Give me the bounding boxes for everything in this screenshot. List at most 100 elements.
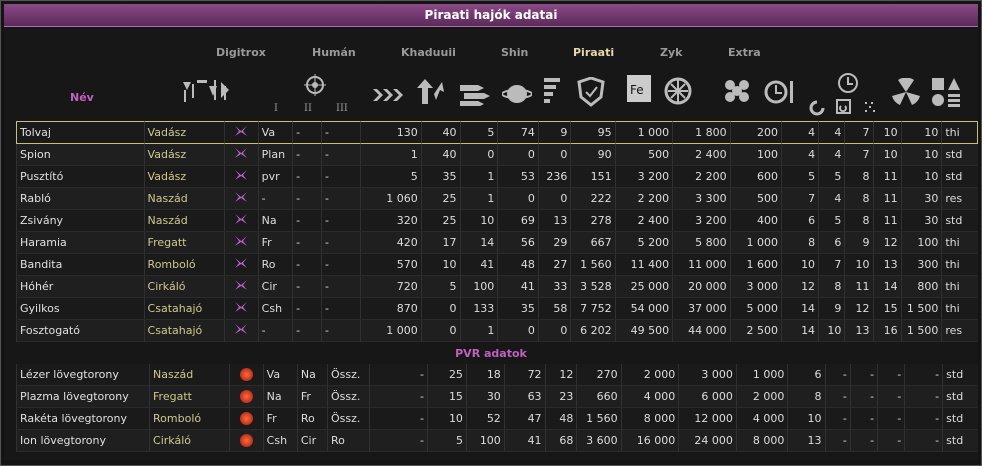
tab-khaduuii[interactable]: Khaduuii [401, 46, 456, 59]
ship-icon [235, 324, 248, 334]
tab-zyk[interactable]: Zyk [660, 46, 682, 59]
ship-stat-7: 2 400 [614, 210, 673, 232]
ship-stat-1: 1 000 [360, 320, 421, 342]
ship-stat-2: 40 [420, 121, 460, 144]
tower-icon [239, 368, 253, 382]
ship-stat-14: 800 [900, 276, 942, 298]
ship-stat-3: 100 [459, 276, 498, 298]
ship-stat-13: 13 [872, 254, 901, 276]
tower-row[interactable]: Plazma lövegtorony Fregatt Na Fr Össz. -15 30 6… [16, 386, 978, 408]
content: Digitrox Humán Khaduuii Shin Piraati Zyk… [4, 28, 978, 460]
ship-target-3: - [320, 166, 361, 188]
ship-target-1: Va [257, 121, 293, 144]
tab-human[interactable]: Humán [312, 46, 356, 59]
ship-stat-9: 3 000 [729, 276, 782, 298]
ship-stat-8: 37 000 [672, 298, 730, 320]
tower-stat-6: 270 [576, 364, 621, 386]
ship-stat-2: 25 [420, 188, 460, 210]
ship-row[interactable]: Haramia Fregatt Fr - -420 17 14 56 29 667 5 200 5 8… [16, 232, 978, 254]
ship-stat-6: 278 [570, 210, 615, 232]
ship-stat-9: 5 000 [729, 298, 782, 320]
tower-stat-15: std [942, 386, 978, 408]
ship-stat-14: 10 [900, 121, 942, 144]
ship-target-3: - [320, 298, 361, 320]
ship-stat-13: 11 [872, 210, 901, 232]
ship-name: Rabló [16, 188, 144, 210]
ship-stat-14: 100 [900, 232, 942, 254]
ship-stat-7: 54 000 [614, 298, 673, 320]
ship-row[interactable]: Bandita Romboló Ro - -570 10 41 48 27 1 560 11 400… [16, 254, 978, 276]
tower-stat-15: std [942, 408, 978, 430]
radiation-icon [892, 78, 920, 105]
agility-icon [417, 79, 444, 104]
ship-row[interactable]: Hóhér Cirkáló Cir - -720 5 100 41 33 3 528 25 000 2… [16, 276, 978, 298]
tower-stat-5: 23 [544, 386, 577, 408]
ship-name: Hóhér [16, 276, 144, 298]
ship-stat-9: 400 [729, 210, 782, 232]
ship-stat-6: 1 560 [570, 254, 615, 276]
window: Piraati hajók adatai Digitrox Humán Khad… [0, 0, 982, 466]
ship-class: Naszád [143, 188, 225, 210]
tower-stat-12: - [849, 386, 878, 408]
ship-stat-7: 25 000 [614, 276, 673, 298]
ship-stat-6: 151 [570, 166, 615, 188]
tower-target-2: Na [296, 364, 327, 386]
ship-stat-7: 500 [614, 144, 673, 166]
tab-shin[interactable]: Shin [501, 46, 528, 59]
ship-stat-12: 8 [844, 166, 873, 188]
ship-stat-10: 12 [781, 276, 819, 298]
crystal-icon [664, 77, 692, 105]
ship-name: Haramia [16, 232, 144, 254]
ship-row[interactable]: Fosztogató Csatahajó - - -1 000 0 1 0 0 6 202 49 5… [16, 320, 978, 342]
tower-row[interactable]: Ion lövegtorony Cirkáló Csh Cir Ro -5 100 41 68 3… [16, 430, 978, 452]
tower-stat-12: - [849, 430, 878, 452]
tower-target-1: Na [262, 386, 297, 408]
tower-class-icon [229, 430, 263, 452]
tower-class: Naszád [149, 364, 230, 386]
ship-icon [235, 192, 248, 202]
speed-levels-icon [809, 99, 875, 116]
ship-stat-12: 9 [844, 232, 873, 254]
ship-class-icon [224, 144, 258, 166]
ship-stat-15: thi [941, 276, 978, 298]
ship-row[interactable]: Spion Vadász Plan - -1 40 0 0 0 90 500 2 400 100 4 4 7 1… [16, 144, 978, 166]
ship-stat-2: 17 [420, 232, 460, 254]
ship-stat-14: 300 [900, 254, 942, 276]
ship-stat-15: thi [941, 121, 978, 144]
tower-stat-3: 30 [465, 386, 504, 408]
ship-target-2: - [292, 188, 321, 210]
tab-extra[interactable]: Extra [728, 46, 761, 59]
ship-stat-12: 8 [844, 210, 873, 232]
tower-stat-5: 68 [544, 430, 577, 452]
ship-stat-13: 11 [872, 188, 901, 210]
tower-stat-1: - [369, 386, 427, 408]
ship-stat-12: 8 [844, 188, 873, 210]
ship-stat-9: 1 000 [729, 232, 782, 254]
name-column-header[interactable]: Név [70, 91, 94, 104]
ship-row[interactable]: Rabló Naszád - - -1 060 25 1 0 0 222 2 200 3 300 500… [16, 188, 978, 210]
ship-target-3: - [320, 210, 361, 232]
tab-piraati[interactable]: Piraati [573, 46, 614, 59]
tower-stat-7: 16 000 [620, 430, 679, 452]
shapes-icon [932, 78, 960, 107]
target-col-iii: III [336, 103, 348, 114]
tower-target-3: Ro [326, 430, 370, 452]
ship-name: Fosztogató [16, 320, 144, 342]
tower-row[interactable]: Lézer lövegtorony Naszád Va Na Össz. -25 18 72 1… [16, 364, 978, 386]
ship-row[interactable]: Pusztító Vadász pvr - -5 35 1 53 236 151 3 200 2 20… [16, 166, 978, 188]
ship-stat-7: 11 400 [614, 254, 673, 276]
tower-stat-11: - [824, 364, 850, 386]
tower-icon [239, 412, 253, 426]
ship-stat-13: 12 [872, 232, 901, 254]
tower-row[interactable]: Rakéta lövegtorony Romboló Fr Ro Össz. -10 52 4… [16, 408, 978, 430]
ship-row[interactable]: Zsivány Naszád Na - -320 25 10 69 13 278 2 400 3 20… [16, 210, 978, 232]
ship-stat-4: 74 [497, 121, 538, 144]
ship-stat-14: 30 [900, 210, 942, 232]
ship-row[interactable]: Tolvaj Vadász Va - -130 40 5 74 9 95 1 000 1 800 200… [16, 121, 978, 144]
ship-stat-2: 40 [420, 144, 460, 166]
tab-digitrox[interactable]: Digitrox [216, 46, 266, 59]
ship-row[interactable]: Gyilkos Csatahajó Csh - -870 0 133 35 58 7 752 54 … [16, 298, 978, 320]
ship-stat-15: thi [941, 254, 978, 276]
ship-target-2: - [292, 298, 321, 320]
ship-stat-11: 5 [818, 166, 845, 188]
